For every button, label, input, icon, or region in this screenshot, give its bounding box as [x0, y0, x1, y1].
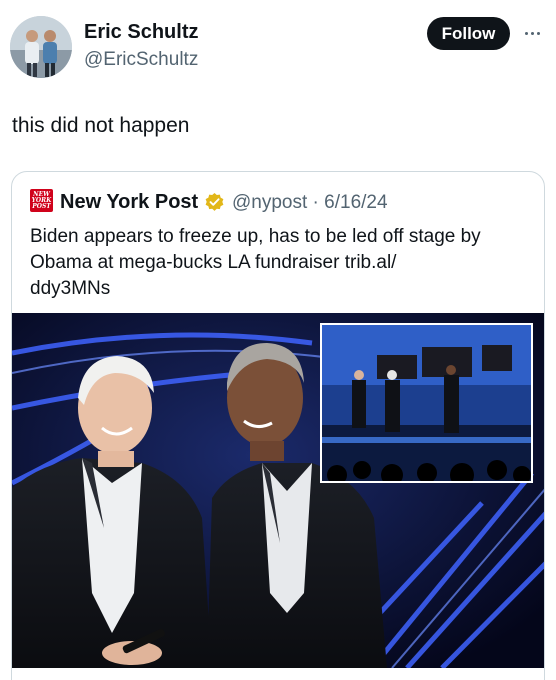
- quoted-tweet-card[interactable]: NEW YORK POST New York Post @nypost · 6/…: [11, 171, 545, 680]
- logo-line: POST: [32, 202, 51, 210]
- quoted-author-name[interactable]: New York Post: [60, 191, 198, 214]
- inset-stage-photo: [320, 323, 533, 483]
- avatar[interactable]: [10, 16, 72, 78]
- author-name[interactable]: Eric Schultz: [84, 21, 198, 44]
- follow-button[interactable]: Follow: [427, 17, 510, 50]
- verified-badge-icon: [205, 192, 224, 211]
- tweet-header: Eric Schultz @EricSchultz Follow: [0, 0, 556, 90]
- quoted-text-line: Biden appears to freeze up, has to be le…: [30, 226, 481, 247]
- quoted-handle-date[interactable]: @nypost · 6/16/24: [232, 192, 388, 214]
- quoted-tweet-header: NEW YORK POST New York Post @nypost · 6/…: [12, 172, 544, 216]
- author-handle[interactable]: @EricSchultz: [84, 49, 198, 71]
- quoted-text-line: ddy3MNs: [30, 278, 111, 299]
- new-york-post-logo: NEW YORK POST: [30, 189, 53, 212]
- quoted-tweet-text: Biden appears to freeze up, has to be le…: [30, 224, 530, 302]
- quoted-tweet-photo[interactable]: [12, 313, 544, 668]
- more-options-icon[interactable]: [518, 22, 546, 44]
- tweet-text: this did not happen: [12, 114, 190, 137]
- quoted-text-line: Obama at mega-bucks LA fundraiser trib.a…: [30, 252, 397, 273]
